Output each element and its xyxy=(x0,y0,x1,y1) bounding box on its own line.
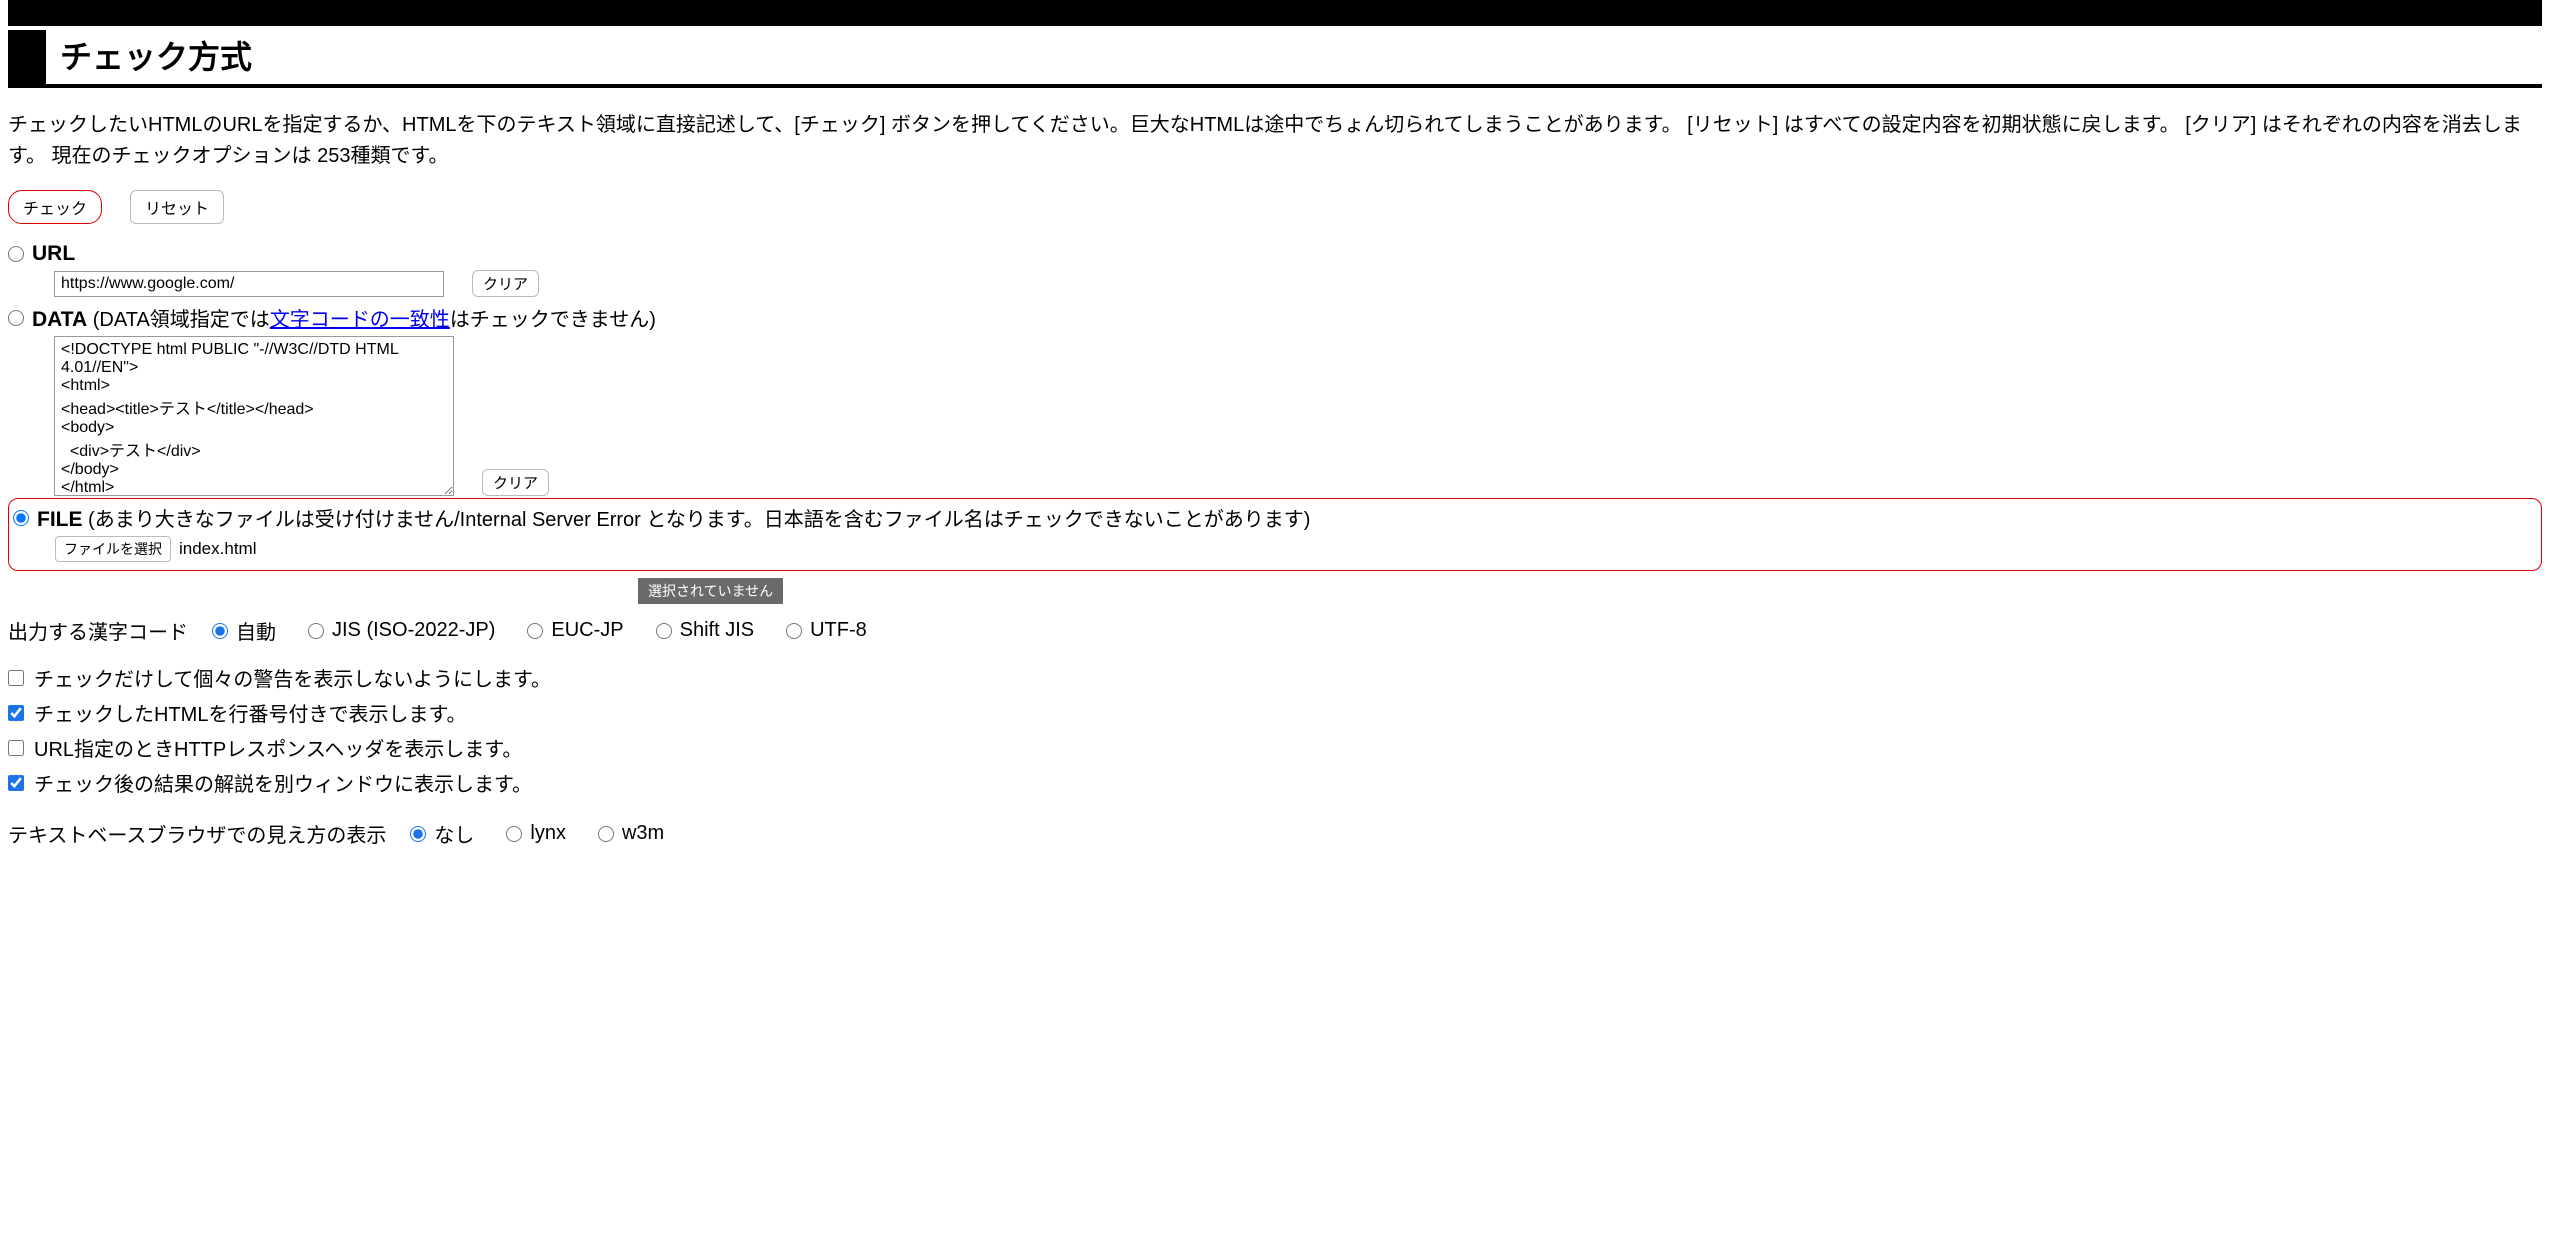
charset-opt-auto[interactable]: 自動 xyxy=(212,616,276,645)
reset-button[interactable]: リセット xyxy=(130,190,224,224)
data-radio-row: DATA (DATA領域指定では文字コードの一致性はチェックできません) xyxy=(8,303,2542,332)
check-http[interactable] xyxy=(8,740,24,756)
textbrowser-opt-none[interactable]: なし xyxy=(410,819,474,848)
data-label: DATA (DATA領域指定では文字コードの一致性はチェックできません) xyxy=(32,303,656,332)
charset-group: 出力する漢字コード 自動 JIS (ISO-2022-JP) EUC-JP Sh… xyxy=(8,616,2542,645)
charset-label: 出力する漢字コード xyxy=(8,616,188,645)
charset-opt-sjis[interactable]: Shift JIS xyxy=(656,619,754,642)
check-row-newwin: チェック後の結果の解説を別ウィンドウに表示します。 xyxy=(8,768,2542,797)
file-tooltip: 選択されていません xyxy=(638,578,783,604)
url-clear-button[interactable]: クリア xyxy=(472,270,539,297)
url-radio-row: URL xyxy=(8,242,2542,266)
textbrowser-radio-lynx[interactable] xyxy=(506,826,522,842)
file-radio[interactable] xyxy=(13,510,29,526)
charset-radio-auto[interactable] xyxy=(212,623,228,639)
check-nowarn-label: チェックだけして個々の警告を表示しないようにします。 xyxy=(34,663,551,692)
check-http-label: URL指定のときHTTPレスポンスヘッダを表示します。 xyxy=(34,733,522,762)
action-buttons: チェック リセット xyxy=(8,190,2542,224)
data-note-post: はチェックできません) xyxy=(450,309,656,331)
charset-radio-jis[interactable] xyxy=(308,623,324,639)
data-radio[interactable] xyxy=(8,310,24,326)
file-note: (あまり大きなファイルは受け付けません/Internal Server Erro… xyxy=(83,509,1311,531)
title-black-accent xyxy=(8,30,46,84)
textbrowser-group: テキストベースブラウザでの見え方の表示 なし lynx w3m xyxy=(8,819,2542,848)
charset-radio-utf8[interactable] xyxy=(786,623,802,639)
url-input[interactable] xyxy=(54,271,444,297)
file-block: FILE (あまり大きなファイルは受け付けません/Internal Server… xyxy=(8,498,2542,571)
data-note-pre: (DATA領域指定では xyxy=(87,309,270,331)
charset-opt-euc[interactable]: EUC-JP xyxy=(527,619,623,642)
file-radio-row: FILE (あまり大きなファイルは受け付けません/Internal Server… xyxy=(13,503,2533,532)
file-choose-button[interactable]: ファイルを選択 xyxy=(55,536,171,562)
check-newwin[interactable] xyxy=(8,775,24,791)
intro-text: チェックしたいHTMLのURLを指定するか、HTMLを下のテキスト領域に直接記述… xyxy=(8,110,2542,172)
textbrowser-radio-none[interactable] xyxy=(410,826,426,842)
check-row-lineno: チェックしたHTMLを行番号付きで表示します。 xyxy=(8,698,2542,727)
textbrowser-label: テキストベースブラウザでの見え方の表示 xyxy=(8,819,386,848)
page-title: チェック方式 xyxy=(46,30,252,84)
check-newwin-label: チェック後の結果の解説を別ウィンドウに表示します。 xyxy=(34,768,532,797)
check-row-nowarn: チェックだけして個々の警告を表示しないようにします。 xyxy=(8,663,2542,692)
check-row-http: URL指定のときHTTPレスポンスヘッダを表示します。 xyxy=(8,733,2542,762)
charset-consistency-link[interactable]: 文字コードの一致性 xyxy=(270,309,450,331)
check-lineno[interactable] xyxy=(8,705,24,721)
charset-radio-euc[interactable] xyxy=(527,623,543,639)
charset-radio-sjis[interactable] xyxy=(656,623,672,639)
header-bar xyxy=(8,0,2542,26)
data-clear-button[interactable]: クリア xyxy=(482,469,549,496)
file-label: FILE (あまり大きなファイルは受け付けません/Internal Server… xyxy=(37,503,1310,532)
file-choose-row: ファイルを選択 index.html xyxy=(55,536,256,562)
check-button[interactable]: チェック xyxy=(8,190,102,224)
url-label: URL xyxy=(32,242,75,266)
title-block: チェック方式 xyxy=(8,30,2542,88)
url-radio[interactable] xyxy=(8,246,24,262)
textbrowser-radio-w3m[interactable] xyxy=(598,826,614,842)
data-textarea[interactable] xyxy=(54,336,454,496)
charset-opt-jis[interactable]: JIS (ISO-2022-JP) xyxy=(308,619,495,642)
textbrowser-opt-w3m[interactable]: w3m xyxy=(598,822,664,845)
data-input-row: クリア xyxy=(54,336,2542,496)
check-nowarn[interactable] xyxy=(8,670,24,686)
file-label-text: FILE xyxy=(37,508,83,531)
data-label-text: DATA xyxy=(32,308,87,331)
url-input-row: クリア xyxy=(54,270,2542,297)
check-lineno-label: チェックしたHTMLを行番号付きで表示します。 xyxy=(34,698,466,727)
textbrowser-opt-lynx[interactable]: lynx xyxy=(506,822,566,845)
file-name: index.html xyxy=(179,539,256,559)
charset-opt-utf8[interactable]: UTF-8 xyxy=(786,619,867,642)
check-list: チェックだけして個々の警告を表示しないようにします。 チェックしたHTMLを行番… xyxy=(8,663,2542,797)
